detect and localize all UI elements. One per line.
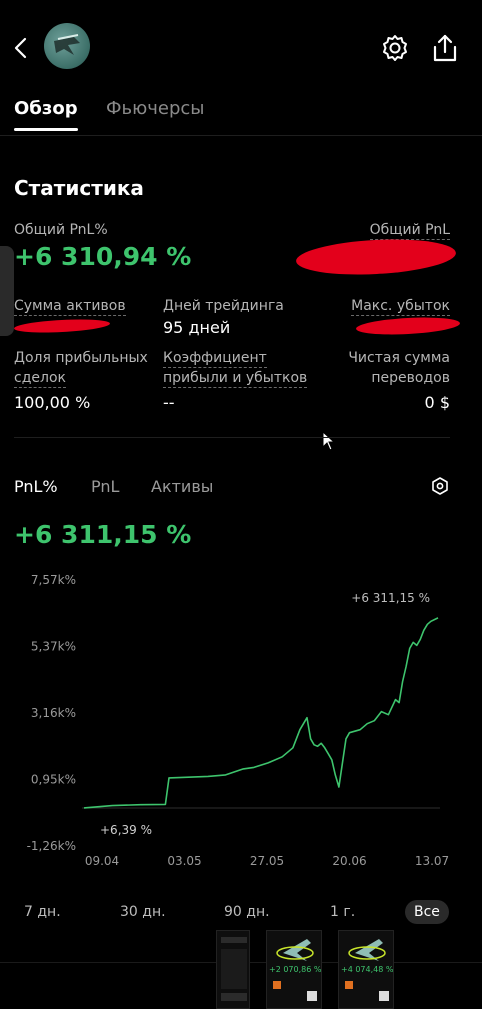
pl-ratio-label-2: прибыли и убытков: [163, 370, 308, 388]
chart-tab-pnl-pct[interactable]: PnL%: [14, 477, 58, 496]
settings-icon[interactable]: [430, 476, 450, 496]
thumbnail-2-caption: +2 070,86 %: [269, 965, 322, 974]
gear-icon[interactable]: [380, 33, 410, 63]
net-transfer-label-2: переводов: [371, 370, 450, 386]
y-tick-label: -1,26k%: [27, 839, 76, 853]
side-handle[interactable]: [0, 246, 14, 336]
thumbnail-2[interactable]: +2 070,86 %: [266, 930, 322, 1009]
avatar[interactable]: [44, 23, 90, 69]
x-tick-label: 09.04: [85, 854, 119, 868]
range-90d-button[interactable]: 90 дн.: [224, 904, 270, 920]
net-transfer-value: 0 $: [424, 393, 450, 412]
total-pnl-label: Общий PnL: [369, 222, 450, 240]
mouse-cursor-icon: [322, 431, 336, 451]
redaction-mark: [295, 235, 457, 279]
max-loss-label: Макс. убыток: [351, 298, 450, 316]
thumbnail-3[interactable]: +4 074,48 %: [338, 930, 394, 1009]
win-rate-value: 100,00 %: [14, 393, 91, 412]
range-all-button[interactable]: Все: [405, 900, 449, 924]
start-value-label: +6,39 %: [100, 823, 152, 837]
chart-headline-value: +6 311,15 %: [14, 520, 192, 549]
y-tick-label: 7,57k%: [31, 573, 76, 587]
chevron-left-icon[interactable]: [10, 36, 32, 60]
tab-futures[interactable]: Фьючерсы: [106, 98, 205, 119]
pl-ratio-value: --: [163, 393, 175, 412]
tab-bar: Обзор Фьючерсы: [0, 92, 482, 136]
win-rate-label-2: сделок: [14, 370, 66, 388]
x-tick-label: 27.05: [250, 854, 284, 868]
redaction-mark: [355, 315, 461, 337]
range-1y-button[interactable]: 1 г.: [330, 904, 355, 920]
chart-tab-pnl[interactable]: PnL: [91, 477, 119, 496]
trading-days-value: 95 дней: [163, 318, 231, 337]
tab-overview[interactable]: Обзор: [14, 98, 78, 131]
y-tick-label: 5,37k%: [31, 640, 76, 654]
share-icon[interactable]: [432, 33, 458, 63]
x-tick-label: 20.06: [332, 854, 366, 868]
pl-ratio-label: Коэффициент: [163, 350, 267, 368]
total-pnl-pct-label: Общий PnL%: [14, 222, 108, 238]
chart-tab-assets[interactable]: Активы: [151, 477, 213, 496]
x-tick-label: 03.05: [167, 854, 201, 868]
redaction-mark: [13, 317, 111, 335]
y-tick-label: 0,95k%: [31, 773, 76, 787]
section-title: Статистика: [14, 176, 144, 200]
top-bar: [0, 0, 482, 92]
thumbnail-1-image: [221, 937, 247, 1001]
section-divider: [14, 437, 450, 438]
thumbnail-1[interactable]: [216, 930, 250, 1009]
win-rate-label: Доля прибыльных: [14, 350, 148, 366]
pnl-series-line: [83, 617, 439, 809]
assets-label: Сумма активов: [14, 298, 126, 316]
range-30d-button[interactable]: 30 дн.: [120, 904, 166, 920]
y-tick-label: 3,16k%: [31, 706, 76, 720]
net-transfer-label: Чистая сумма: [348, 350, 450, 366]
x-tick-label: 13.07: [415, 854, 449, 868]
thumbnail-3-caption: +4 074,48 %: [341, 965, 394, 974]
avatar-logo-icon: [54, 34, 80, 55]
pnl-chart: 7,57k% 5,37k% 3,16k% 0,95k% -1,26k% 09.04 03.…: [27, 573, 450, 868]
trading-days-label: Дней трейдинга: [163, 298, 284, 314]
range-7d-button[interactable]: 7 дн.: [24, 904, 61, 920]
end-value-label: +6 311,15 %: [351, 591, 430, 605]
total-pnl-pct-value: +6 310,94 %: [14, 242, 192, 271]
